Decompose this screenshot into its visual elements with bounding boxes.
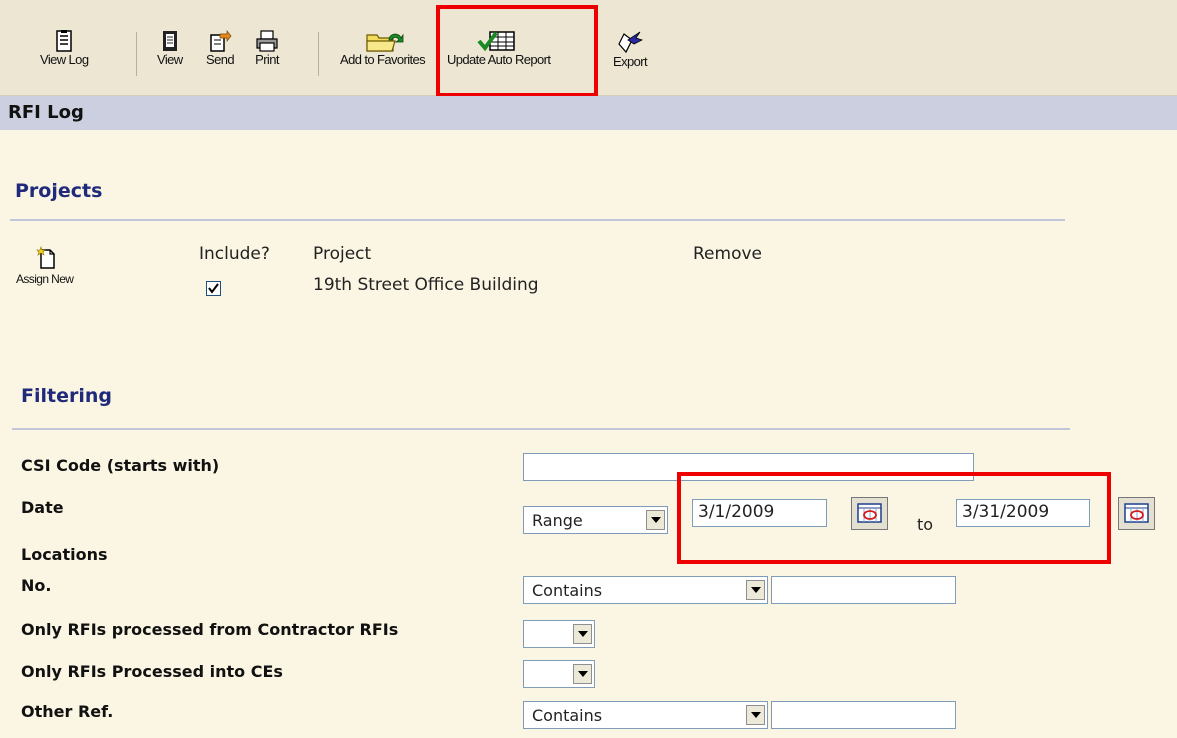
dropdown-arrow-icon [573, 664, 592, 684]
projects-heading: Projects [15, 180, 103, 202]
add-to-favorites-label: Add to Favorites [340, 52, 426, 67]
view-button[interactable]: View [157, 30, 183, 67]
update-auto-report-label: Update Auto Report [447, 52, 551, 67]
check-mark-icon [208, 283, 219, 294]
contractor-rfis-label: Only RFIs processed from Contractor RFIs [21, 620, 399, 639]
processed-into-ces-label: Only RFIs Processed into CEs [21, 662, 283, 681]
include-checkbox[interactable] [206, 281, 221, 296]
dropdown-arrow-icon [646, 510, 665, 530]
page-title: RFI Log [8, 102, 84, 123]
other-ref-label: Other Ref. [21, 702, 114, 721]
toolbar: View Log View Send Print Add to Favorite… [0, 0, 1177, 96]
toolbar-separator [318, 32, 319, 76]
no-input[interactable] [771, 576, 956, 604]
other-ref-mode-value: Contains [532, 706, 603, 725]
other-ref-input[interactable] [771, 701, 956, 729]
export-icon [618, 31, 644, 54]
projects-divider [10, 219, 1065, 221]
add-to-favorites-button[interactable]: Add to Favorites [340, 30, 426, 67]
dropdown-arrow-icon [573, 624, 592, 644]
send-icon [210, 30, 232, 52]
filtering-divider [12, 428, 1070, 430]
print-button[interactable]: Print [255, 30, 279, 67]
locations-label: Locations [21, 545, 108, 564]
date-mode-value: Range [532, 511, 583, 530]
dropdown-arrow-icon [746, 705, 765, 725]
update-auto-report-button[interactable]: Update Auto Report [447, 30, 551, 67]
update-auto-report-icon [477, 31, 515, 52]
dropdown-arrow-icon [746, 580, 765, 600]
date-to-input[interactable]: 3/31/2009 [956, 499, 1090, 527]
print-label: Print [255, 52, 279, 67]
view-icon [162, 31, 177, 51]
assign-new-button[interactable]: Assign New [16, 246, 106, 291]
export-button[interactable]: Export [613, 30, 648, 69]
send-button[interactable]: Send [206, 30, 235, 67]
date-label: Date [21, 498, 64, 517]
send-label: Send [206, 52, 235, 67]
date-from-input[interactable]: 3/1/2009 [692, 499, 827, 527]
no-mode-select[interactable]: Contains [523, 576, 768, 604]
calendar-icon [857, 503, 882, 523]
no-label: No. [21, 576, 52, 595]
view-log-button[interactable]: View Log [40, 30, 89, 67]
print-icon [256, 30, 278, 52]
filtering-heading: Filtering [21, 385, 112, 407]
assign-new-icon [36, 246, 55, 269]
other-ref-mode-select[interactable]: Contains [523, 701, 768, 729]
toolbar-separator [136, 32, 137, 76]
view-log-label: View Log [40, 52, 89, 67]
csi-code-input[interactable] [523, 453, 974, 481]
project-name: 19th Street Office Building [313, 275, 539, 295]
contractor-rfis-select[interactable] [523, 620, 595, 648]
date-from-calendar-button[interactable] [851, 497, 888, 530]
add-to-favorites-icon [365, 33, 403, 52]
export-label: Export [613, 54, 648, 69]
view-log-icon [56, 30, 72, 52]
view-label: View [157, 52, 183, 67]
date-to-word: to [917, 515, 934, 534]
csi-code-label: CSI Code (starts with) [21, 456, 220, 475]
processed-into-ces-select[interactable] [523, 660, 595, 688]
include-column-header: Include? [199, 244, 270, 264]
date-mode-select[interactable]: Range [523, 506, 668, 534]
remove-column-header: Remove [693, 244, 762, 264]
project-column-header: Project [313, 244, 372, 264]
no-mode-value: Contains [532, 581, 603, 600]
calendar-icon [1124, 503, 1149, 523]
date-to-calendar-button[interactable] [1118, 497, 1155, 530]
assign-new-label: Assign New [16, 272, 74, 286]
title-bar: RFI Log [0, 96, 1177, 130]
